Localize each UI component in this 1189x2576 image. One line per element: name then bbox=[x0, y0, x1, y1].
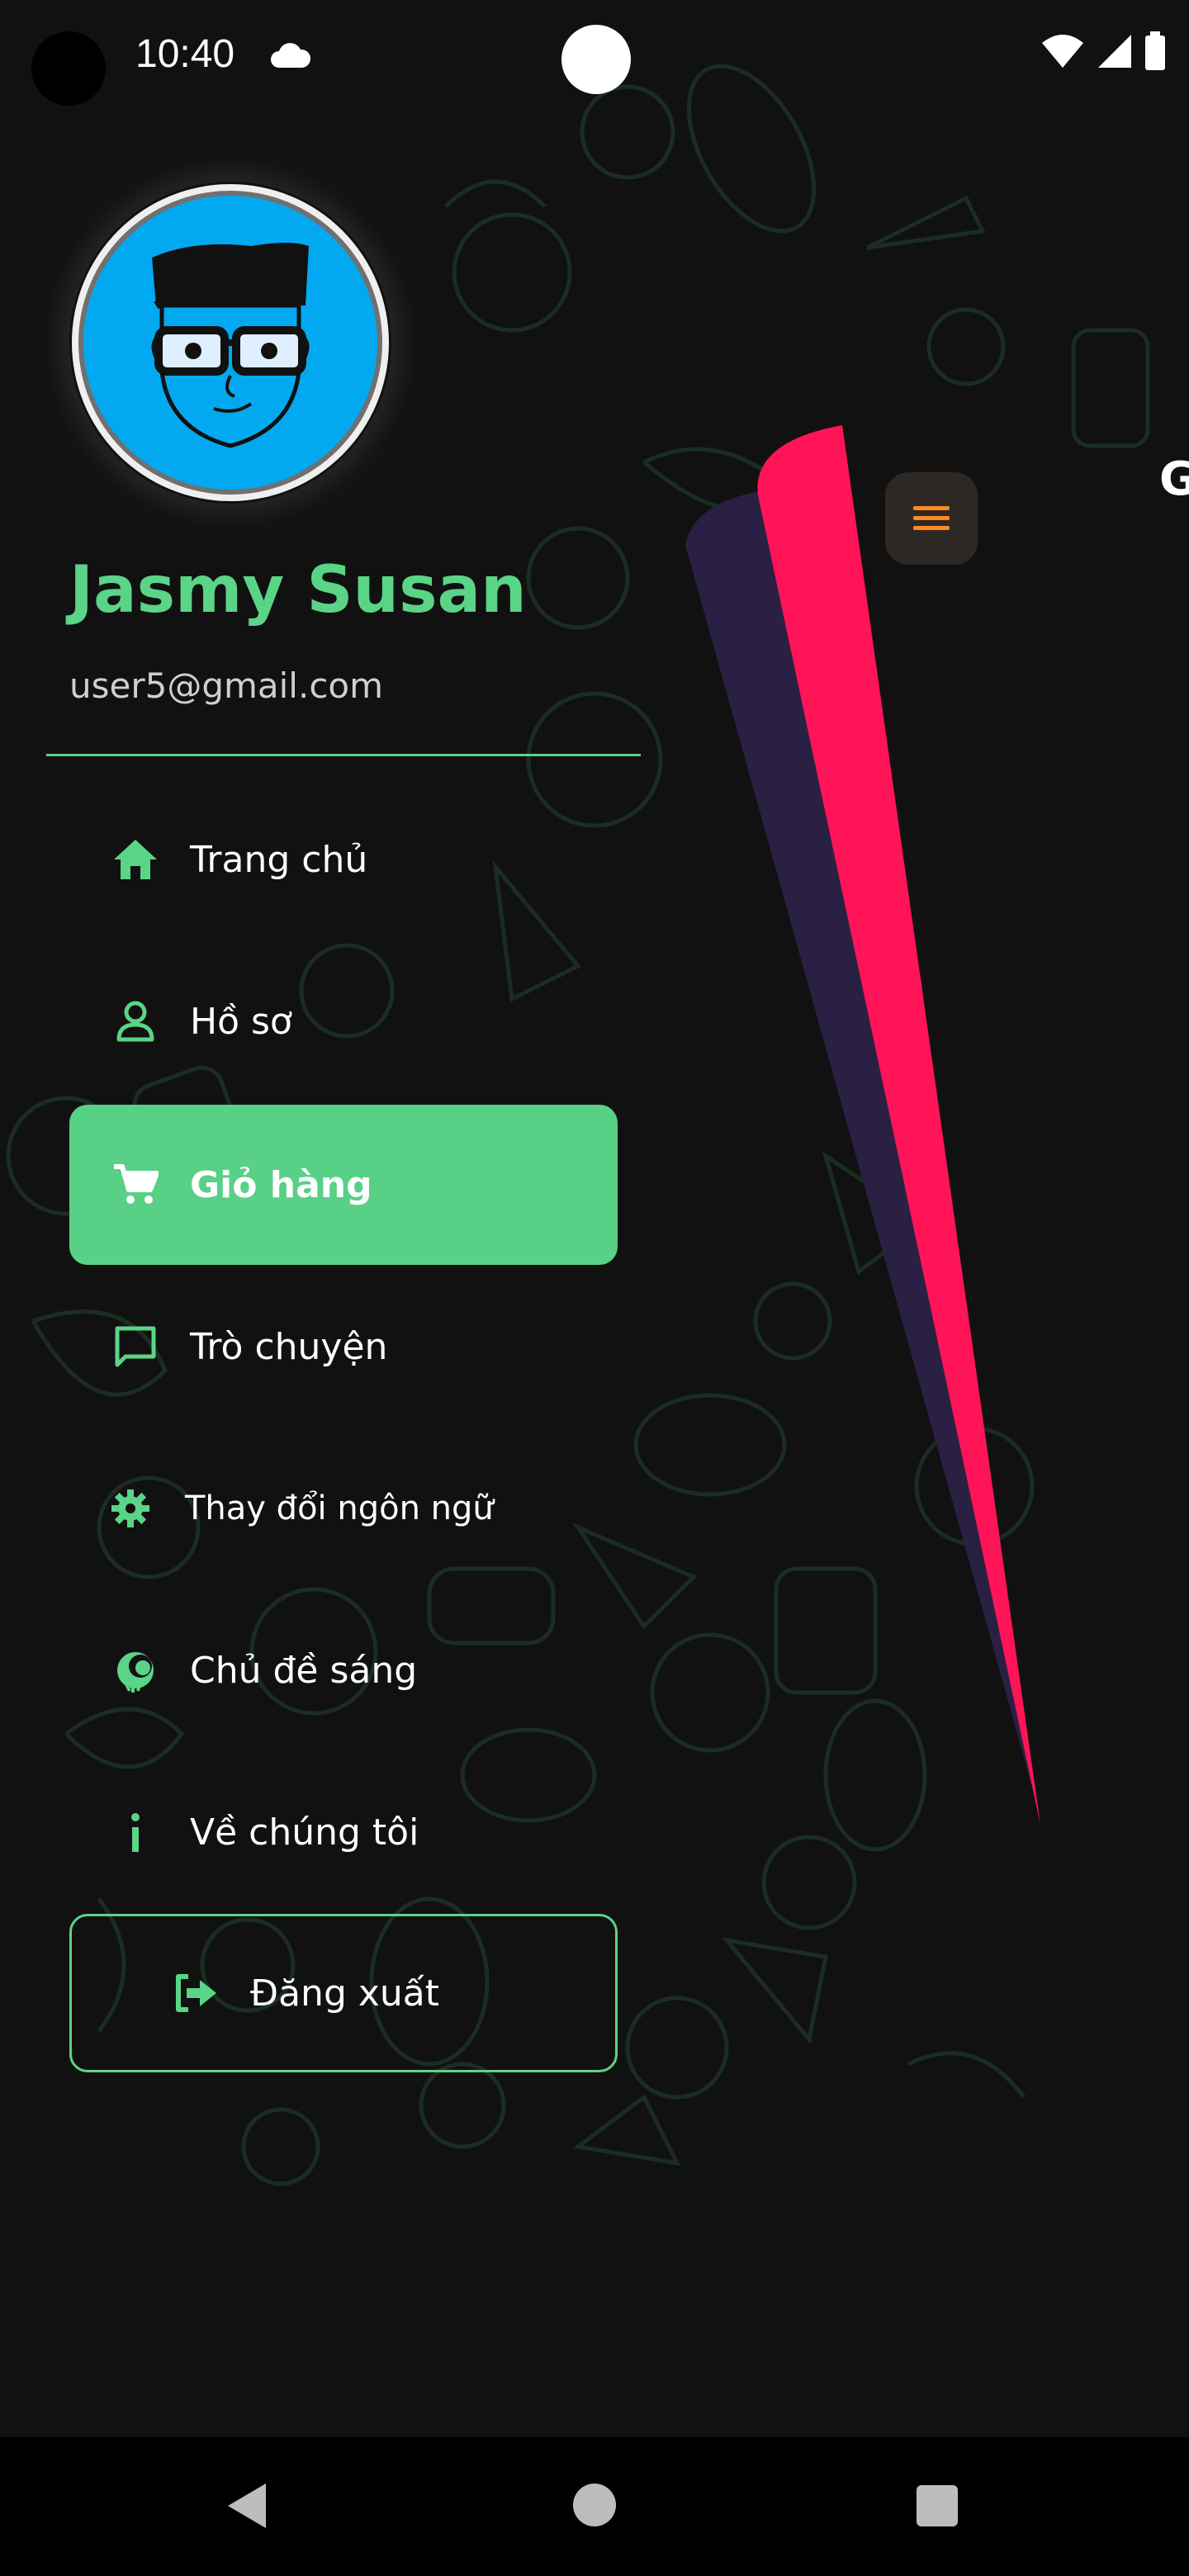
logout-icon bbox=[171, 1968, 220, 2018]
menu-item-cart[interactable]: Giỏ hàng bbox=[69, 1105, 618, 1265]
menu-toggle-button[interactable] bbox=[885, 472, 978, 565]
header-divider bbox=[46, 754, 641, 756]
status-time: 10:40 bbox=[135, 32, 235, 76]
avatar[interactable] bbox=[69, 182, 391, 504]
logout-label: Đăng xuất bbox=[250, 1972, 440, 2015]
navigation-bar bbox=[0, 2437, 1189, 2576]
menu-item-theme[interactable]: Chủ đề sáng bbox=[69, 1608, 618, 1732]
menu-label-about: Về chúng tôi bbox=[190, 1811, 419, 1854]
home-nav-button[interactable] bbox=[573, 2484, 616, 2526]
menu-label-cart: Giỏ hàng bbox=[190, 1163, 372, 1206]
chat-icon bbox=[111, 1322, 160, 1371]
status-bar: 10:40 bbox=[0, 0, 1189, 116]
user-name: Jasmy Susan bbox=[69, 553, 527, 627]
menu-item-language[interactable]: Thay đổi ngôn ngữ bbox=[69, 1447, 618, 1570]
gear-icon bbox=[106, 1484, 155, 1533]
status-icons bbox=[1040, 31, 1166, 74]
hamburger-icon bbox=[913, 506, 950, 530]
user-icon bbox=[111, 997, 160, 1046]
menu-label-chat: Trò chuyện bbox=[190, 1325, 388, 1368]
info-icon bbox=[111, 1807, 160, 1857]
menu-item-home[interactable]: Trang chủ bbox=[69, 798, 618, 921]
camera-indicator bbox=[561, 25, 631, 94]
user-email: user5@gmail.com bbox=[69, 665, 384, 706]
menu-label-theme: Chủ đề sáng bbox=[190, 1649, 418, 1692]
home-icon bbox=[111, 835, 160, 884]
cloud-icon bbox=[269, 41, 312, 73]
battery-icon bbox=[1144, 31, 1166, 74]
recents-button[interactable] bbox=[917, 2485, 958, 2526]
menu-item-profile[interactable]: Hồ sơ bbox=[69, 959, 618, 1083]
menu-item-chat[interactable]: Trò chuyện bbox=[69, 1285, 618, 1409]
screen: 10:40 Jasmy Susan user5@gmail.com Trang … bbox=[0, 0, 1189, 2576]
theme-icon bbox=[111, 1646, 160, 1695]
signal-icon bbox=[1097, 33, 1133, 73]
menu-label-home: Trang chủ bbox=[190, 838, 368, 881]
menu-item-about[interactable]: Về chúng tôi bbox=[69, 1770, 618, 1894]
logout-button[interactable]: Đăng xuất bbox=[69, 1914, 618, 2072]
cart-icon bbox=[111, 1160, 160, 1210]
menu-label-language: Thay đổi ngôn ngữ bbox=[185, 1489, 494, 1527]
wifi-icon bbox=[1040, 33, 1085, 73]
camera-cutout bbox=[31, 31, 106, 106]
decorative-ribbons bbox=[685, 425, 1040, 1825]
back-icon[interactable] bbox=[225, 2482, 268, 2533]
menu-label-profile: Hồ sơ bbox=[190, 1000, 292, 1043]
edge-text: G bbox=[1159, 452, 1189, 506]
